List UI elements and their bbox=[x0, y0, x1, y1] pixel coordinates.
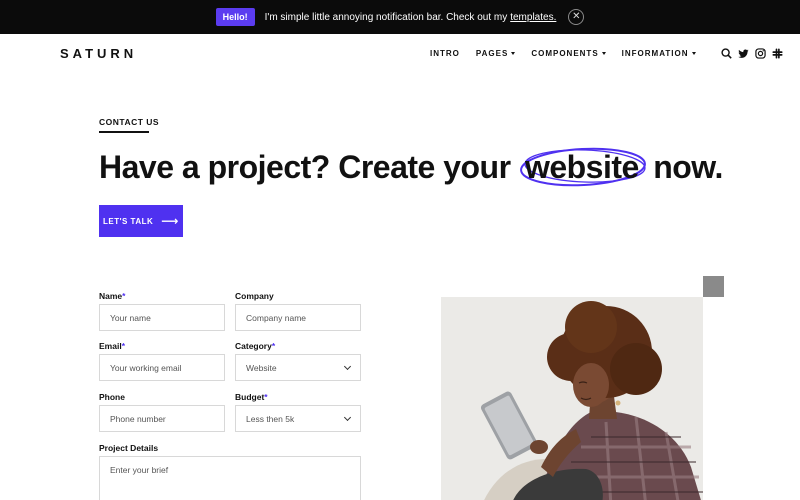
instagram-icon[interactable] bbox=[755, 48, 766, 59]
placeholder-text: Company name bbox=[246, 312, 307, 323]
notification-bar: Hello! I'm simple little annoying notifi… bbox=[0, 0, 800, 34]
nav-information[interactable]: INFORMATION bbox=[622, 49, 696, 58]
phone-field[interactable]: Phone number bbox=[99, 405, 225, 432]
label-text: Company bbox=[235, 291, 274, 301]
chevron-down-icon bbox=[343, 362, 352, 370]
chevron-down-icon bbox=[511, 52, 516, 55]
required-marker: * bbox=[271, 341, 276, 351]
headline-end: now. bbox=[653, 149, 723, 185]
category-select[interactable]: Website bbox=[235, 354, 361, 381]
label-text: Name bbox=[99, 291, 123, 301]
twitter-icon[interactable] bbox=[738, 48, 749, 59]
placeholder-text: Phone number bbox=[110, 413, 166, 424]
label-text: Project Details bbox=[99, 443, 159, 453]
nav-label: INTRO bbox=[430, 49, 460, 58]
project-details-label: Project Details bbox=[99, 443, 158, 453]
lets-talk-button[interactable]: LET'S TALK ⟶ bbox=[99, 205, 183, 237]
header-icons bbox=[721, 48, 783, 59]
cta-label: LET'S TALK bbox=[102, 216, 154, 226]
company-field[interactable]: Company name bbox=[235, 304, 361, 331]
site-header: SATURN INTRO PAGES COMPONENTS INFORMATIO… bbox=[0, 34, 800, 74]
notification-text: I'm simple little annoying notification … bbox=[264, 11, 508, 23]
headline-highlight-word: website bbox=[524, 149, 639, 185]
project-details-textarea[interactable]: Enter your brief bbox=[99, 456, 361, 500]
select-value: Less then 5k bbox=[246, 413, 295, 424]
category-label: Category* bbox=[235, 341, 275, 351]
required-marker: * bbox=[122, 291, 126, 301]
search-icon[interactable] bbox=[721, 48, 732, 59]
chevron-down-icon bbox=[601, 52, 606, 55]
label-text: Category bbox=[235, 341, 272, 351]
label-text: Email bbox=[99, 341, 122, 351]
arrow-right-icon: ⟶ bbox=[161, 214, 179, 228]
nav-pages[interactable]: PAGES bbox=[475, 49, 516, 58]
placeholder-text: Enter your brief bbox=[110, 465, 169, 475]
templates-link[interactable]: templates. bbox=[510, 12, 556, 23]
required-marker: * bbox=[264, 392, 268, 402]
nav-label: PAGES bbox=[475, 49, 509, 58]
nav-intro[interactable]: INTRO bbox=[430, 49, 460, 58]
close-icon[interactable]: ✕ bbox=[568, 9, 585, 25]
logo[interactable]: SATURN bbox=[60, 46, 137, 61]
section-eyebrow: CONTACT US bbox=[99, 117, 160, 127]
slack-icon[interactable] bbox=[772, 48, 783, 59]
budget-select[interactable]: Less then 5k bbox=[235, 405, 361, 432]
email-field[interactable]: Your working email bbox=[99, 354, 225, 381]
main-nav: INTRO PAGES COMPONENTS INFORMATION bbox=[430, 49, 696, 58]
hero-photo bbox=[441, 297, 703, 500]
woman-with-tablet-illustration bbox=[441, 297, 703, 500]
phone-label: Phone bbox=[99, 392, 125, 402]
chevron-down-icon bbox=[691, 52, 696, 55]
decorative-square bbox=[703, 276, 724, 297]
required-marker: * bbox=[121, 341, 125, 351]
headline-highlight: website bbox=[520, 147, 646, 187]
eyebrow-underline bbox=[99, 131, 149, 133]
name-label: Name* bbox=[99, 291, 125, 301]
notification-badge: Hello! bbox=[215, 8, 255, 26]
budget-label: Budget* bbox=[235, 392, 268, 402]
headline-text: Have a project? Create your bbox=[99, 149, 511, 185]
label-text: Budget bbox=[235, 392, 265, 402]
nav-label: COMPONENTS bbox=[531, 49, 599, 58]
page-title: Have a project? Create your website now. bbox=[99, 147, 723, 187]
company-label: Company bbox=[235, 291, 274, 301]
placeholder-text: Your working email bbox=[110, 362, 182, 373]
label-text: Phone bbox=[99, 392, 125, 402]
email-label: Email* bbox=[99, 341, 125, 351]
select-value: Website bbox=[246, 362, 277, 373]
nav-label: INFORMATION bbox=[621, 49, 689, 58]
placeholder-text: Your name bbox=[110, 312, 151, 323]
nav-components[interactable]: COMPONENTS bbox=[531, 49, 606, 58]
name-field[interactable]: Your name bbox=[99, 304, 225, 331]
chevron-down-icon bbox=[343, 413, 352, 421]
